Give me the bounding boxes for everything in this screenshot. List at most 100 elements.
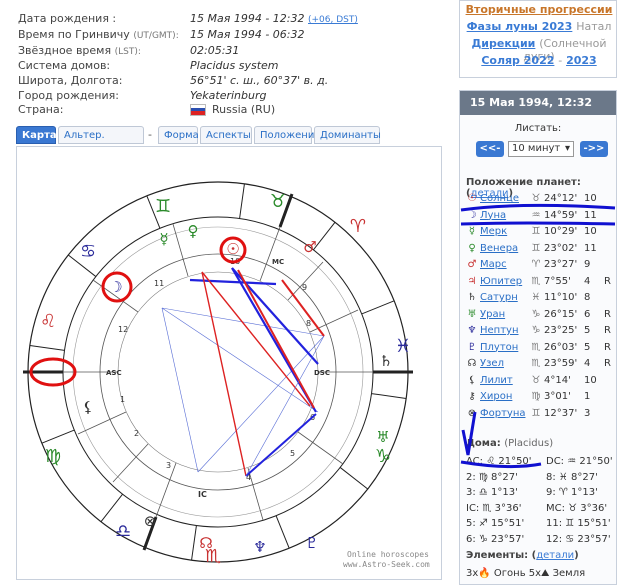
zodiac-sign-icon: ♊ bbox=[531, 407, 541, 419]
label-gmt: Время по Гринвичу (UT/GMT): bbox=[18, 28, 179, 41]
planet-row: ♄ Сатурн ♓ 11°10' 8 bbox=[464, 292, 614, 307]
planet-icon: ♇ bbox=[467, 341, 477, 353]
aspect-ring bbox=[117, 271, 319, 473]
zodiac-sign-icon: ♏ bbox=[531, 341, 541, 353]
planet-icon: ☉ bbox=[467, 193, 477, 204]
zodiac-sign-icon: ♑ bbox=[531, 308, 541, 320]
planet-house: 11 bbox=[584, 209, 597, 221]
planet-row: ☽ Луна ♒ 14°59' 11 bbox=[464, 210, 614, 225]
planet-name-link[interactable]: Узел bbox=[480, 358, 504, 369]
gemini-icon: ♊ bbox=[155, 196, 171, 217]
planet-name-link[interactable]: Хирон bbox=[480, 391, 512, 402]
mercury-icon: ☿ bbox=[159, 230, 168, 248]
planet-row: ♃ Юпитер ♏ 7°55' 4 R bbox=[464, 276, 614, 291]
planet-degree: 23°27' bbox=[544, 259, 578, 270]
link-solar[interactable]: Соляр 2022 - 2023 bbox=[460, 54, 618, 67]
prev-button[interactable]: <<- bbox=[476, 141, 504, 157]
node-icon: ☊ bbox=[199, 534, 212, 552]
planet-house: 8 bbox=[584, 292, 591, 303]
planet-house: 10 bbox=[584, 374, 597, 386]
zodiac-sign-icon: ♑ bbox=[531, 325, 541, 336]
planet-degree: 3°01' bbox=[544, 391, 571, 402]
related-links: Вторичные прогрессии Фазы луны 2023 Ната… bbox=[459, 0, 617, 78]
house-cusp-left: 6: ♑ 23°57' bbox=[466, 533, 525, 545]
elements-title: Элементы: (детали) bbox=[466, 550, 579, 561]
planet-icon: ♂ bbox=[467, 259, 477, 270]
link-moon-phases[interactable]: Фазы луны 2023 Натал bbox=[460, 20, 618, 33]
planet-row: ⚸ Лилит ♉ 4°14' 10 bbox=[464, 375, 614, 390]
planet-name-link[interactable]: Уран bbox=[480, 309, 505, 320]
neptune-icon: ♆ bbox=[253, 538, 266, 556]
natal-chart[interactable]: ASC DSC MC IC 12 1 2 3 4 5 6 8 9 10 11 bbox=[17, 147, 441, 579]
lilith-icon: ⚸ bbox=[83, 398, 94, 416]
planet-row: ♂ Марс ♈ 23°27' 9 bbox=[464, 259, 614, 274]
planet-row: ☿ Мерк ♊ 10°29' 10 bbox=[464, 226, 614, 241]
planet-name-link[interactable]: Юпитер bbox=[480, 276, 522, 287]
planet-house: 4 bbox=[584, 275, 591, 287]
planet-degree: 7°55' bbox=[544, 275, 571, 287]
planet-name-link[interactable]: Солнце bbox=[480, 193, 519, 204]
value-lst: 02:05:31 bbox=[190, 44, 240, 57]
planet-degree: 23°59' bbox=[544, 358, 578, 369]
planet-glyphs: ☉ ☽ ☿ ♀ ♂ ♄ ♅ ⚸ ⊗ ☊ ♆ ♇ bbox=[83, 222, 393, 556]
planet-name-link[interactable]: Венера bbox=[480, 243, 518, 254]
planet-name-link[interactable]: Плутон bbox=[480, 342, 518, 353]
step-select[interactable]: 10 минут ▾ bbox=[508, 141, 574, 157]
sun-icon: ☉ bbox=[226, 240, 239, 258]
mc-label: MC bbox=[272, 258, 284, 266]
venus-icon: ♀ bbox=[188, 222, 199, 240]
planet-icon: ♄ bbox=[467, 292, 477, 303]
planet-name-link[interactable]: Лилит bbox=[480, 375, 513, 386]
zodiac-sign-icon: ♊ bbox=[531, 242, 541, 254]
virgo-icon: ♍ bbox=[45, 446, 61, 467]
planet-icon: ⊗ bbox=[467, 407, 477, 419]
planet-degree: 14°59' bbox=[544, 209, 578, 221]
tab-form[interactable]: Форма bbox=[158, 126, 199, 144]
tab-aspects[interactable]: Аспекты bbox=[200, 126, 252, 144]
house-cusp-left: 5: ♐ 15°51' bbox=[466, 518, 525, 529]
planet-icon: ☽ bbox=[467, 209, 477, 221]
planet-retro: R bbox=[604, 358, 611, 369]
planet-degree: 12°37' bbox=[544, 407, 578, 419]
planet-name-link[interactable]: Фортуна bbox=[480, 408, 525, 419]
value-gmt: 15 Мая 1994 - 06:32 bbox=[190, 28, 305, 41]
cancer-icon: ♋ bbox=[80, 241, 96, 262]
tab-dominants[interactable]: Доминанты bbox=[314, 126, 381, 144]
zodiac-sign-icon: ♊ bbox=[531, 226, 541, 237]
planet-degree: 23°02' bbox=[544, 242, 578, 254]
zodiac-sign-icon: ♍ bbox=[531, 391, 541, 402]
elements-details-link[interactable]: детали bbox=[536, 550, 574, 561]
link-progressions[interactable]: Вторичные прогрессии bbox=[460, 3, 618, 16]
zodiac-sign-icon: ♉ bbox=[531, 374, 541, 386]
value-country: Russia (RU) bbox=[212, 103, 276, 116]
planet-name-link[interactable]: Марс bbox=[480, 259, 507, 270]
house-number: 5 bbox=[290, 449, 295, 458]
ic-label: IC bbox=[198, 490, 207, 499]
planet-retro: R bbox=[604, 275, 611, 287]
planet-icon: ♅ bbox=[467, 308, 477, 320]
right-column: Вторичные прогрессии Фазы луны 2023 Ната… bbox=[459, 0, 639, 585]
aspect-lines bbox=[161, 267, 325, 477]
pluto-icon: ♇ bbox=[305, 534, 318, 552]
value-city: Yekaterinburg bbox=[190, 89, 267, 102]
planet-name-link[interactable]: Мерк bbox=[480, 226, 507, 237]
house-number: 9 bbox=[302, 283, 307, 292]
tab-alt-graphics[interactable]: Альтер. графика bbox=[58, 126, 144, 159]
planet-name-link[interactable]: Сатурн bbox=[480, 292, 518, 303]
watermark-line2: www.Astro-Seek.com bbox=[343, 560, 430, 569]
planet-degree: 26°03' bbox=[544, 341, 578, 353]
house-cusp-right: 9: ♈ 1°13' bbox=[546, 487, 598, 498]
planet-house: 3 bbox=[584, 407, 591, 419]
moon-icon: ☽ bbox=[109, 278, 122, 296]
aries-icon: ♈ bbox=[350, 216, 366, 237]
tab-chart[interactable]: Карта bbox=[16, 126, 57, 144]
tab-position[interactable]: Положение bbox=[254, 126, 321, 144]
next-button[interactable]: ->> bbox=[580, 141, 608, 157]
planet-name-link[interactable]: Нептун bbox=[480, 325, 519, 336]
house-row: 3: ♎ 1°13' 9: ♈ 1°13' bbox=[466, 487, 616, 500]
house-row: AC: ♌ 21°50' DC: ♒ 21°50' bbox=[466, 456, 616, 469]
asc-label: ASC bbox=[106, 369, 122, 377]
planet-name-link[interactable]: Луна bbox=[480, 210, 506, 221]
watermark-line1: Online horoscopes bbox=[347, 550, 429, 559]
zodiac-sign-icon: ♒ bbox=[531, 209, 541, 221]
